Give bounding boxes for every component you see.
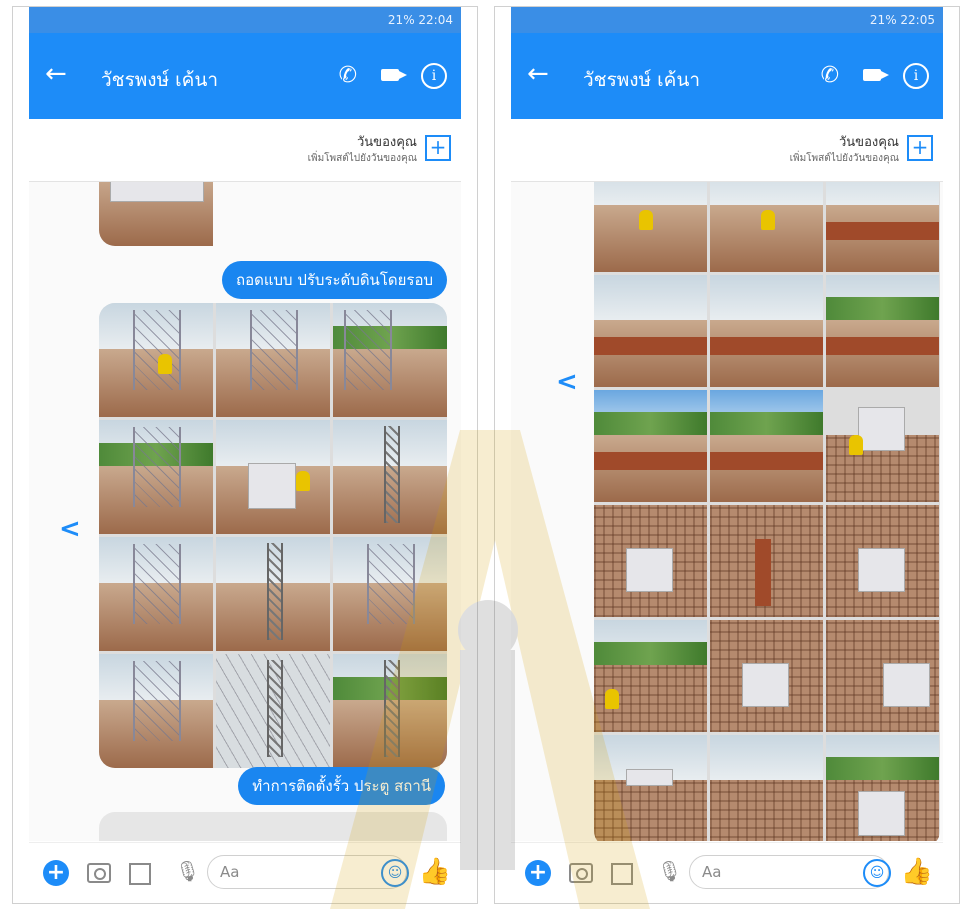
your-day-title: วันของคุณ [357,135,417,150]
photo-thumbnail[interactable] [99,303,213,417]
messenger-screen-right: 21% 22:05 ← วัชรพงษ์ เค้นา ✆ i วันของคุณ… [494,6,960,904]
messenger-screen-left: 21% 22:04 ← วัชรพงษ์ เค้นา ✆ i วันของคุณ… [12,6,478,904]
photo-thumbnail[interactable] [99,420,213,534]
photo-thumbnail[interactable] [710,505,823,617]
photo-thumbnail[interactable] [594,620,707,732]
status-bar: 21% 22:04 [29,7,461,33]
photo-thumbnail[interactable] [99,537,213,651]
your-day-bar: วันของคุณ เพิ่มโพสต์ไปยังวันของคุณ + [511,119,943,182]
photo-thumbnail[interactable] [333,420,447,534]
photo-thumbnail[interactable] [216,303,330,417]
microphone-icon[interactable]: 🎙 [175,859,200,883]
info-icon[interactable]: i [903,63,929,89]
photo-thumbnail[interactable] [710,735,823,841]
emoji-icon[interactable]: ☺ [381,859,409,887]
share-icon[interactable]: < [59,514,81,544]
message-bubble[interactable]: ถอดแบบ ปรับระดับดินโดยรอบ [222,261,447,299]
add-day-plus-icon[interactable]: + [425,135,451,161]
photo-grid-partial [99,812,447,841]
status-text: 21% 22:05 [869,13,935,27]
photo-thumbnail[interactable] [710,390,823,502]
your-day-subtitle: เพิ่มโพสต์ไปยังวันของคุณ [789,153,899,164]
your-day-title: วันของคุณ [839,135,899,150]
contact-name[interactable]: วัชรพงษ์ เค้นา [101,65,218,95]
camera-icon[interactable] [87,863,111,883]
video-camera-icon[interactable] [381,69,407,81]
thumbs-up-icon[interactable]: 👍 [419,857,451,887]
camera-icon[interactable] [569,863,593,883]
photo-thumbnail[interactable] [594,275,707,387]
your-day-bar: วันของคุณ เพิ่มโพสต์ไปยังวันของคุณ + [29,119,461,182]
photo-thumbnail[interactable] [216,654,330,768]
photo-thumbnail[interactable] [826,390,939,502]
thumbs-up-icon[interactable]: 👍 [901,857,933,887]
phone-icon[interactable]: ✆ [821,63,839,88]
composer-bar: + 🎙 Aa ☺ 👍 [511,842,943,903]
photo-thumbnail[interactable] [826,735,939,841]
photo-thumbnail[interactable] [826,620,939,732]
photo-thumbnail[interactable] [826,275,939,387]
message-input[interactable]: Aa [689,855,889,889]
photo-thumbnail[interactable] [216,537,330,651]
plus-circle-icon[interactable]: + [525,860,551,886]
message-input[interactable]: Aa [207,855,407,889]
photo-thumbnail[interactable] [216,420,330,534]
info-icon[interactable]: i [421,63,447,89]
photo-grid [99,303,447,768]
photo-thumbnail[interactable] [333,654,447,768]
message-bubble[interactable]: ทำการติดตั้งรั้ว ประตู สถานี [238,767,445,805]
photo-thumbnail[interactable] [826,182,939,272]
photo-thumbnail[interactable] [826,505,939,617]
photo-grid [594,182,940,841]
phone-icon[interactable]: ✆ [339,63,357,88]
back-arrow-icon[interactable]: ← [45,61,67,87]
composer-bar: + 🎙 Aa ☺ 👍 [29,842,461,903]
share-icon[interactable]: < [556,367,578,397]
chat-header: ← วัชรพงษ์ เค้นา ✆ i [29,33,461,119]
image-icon[interactable] [611,863,633,885]
chat-thread[interactable]: ถอดแบบ ปรับระดับดินโดยรอบ < ทำการติดตั้ง… [29,182,461,841]
photo-thumbnail[interactable] [594,182,707,272]
status-text: 21% 22:04 [387,13,453,27]
photo-grid-partial [99,182,213,246]
back-arrow-icon[interactable]: ← [527,61,549,87]
emoji-icon[interactable]: ☺ [863,859,891,887]
chat-thread[interactable]: < [511,182,943,841]
image-icon[interactable] [129,863,151,885]
chat-header: ← วัชรพงษ์ เค้นา ✆ i [511,33,943,119]
photo-thumbnail[interactable] [710,275,823,387]
add-day-plus-icon[interactable]: + [907,135,933,161]
status-bar: 21% 22:05 [511,7,943,33]
photo-thumbnail[interactable] [333,537,447,651]
contact-name[interactable]: วัชรพงษ์ เค้นา [583,65,700,95]
microphone-icon[interactable]: 🎙 [657,859,682,883]
photo-thumbnail[interactable] [99,182,213,246]
your-day-subtitle: เพิ่มโพสต์ไปยังวันของคุณ [307,153,417,164]
photo-thumbnail[interactable] [333,303,447,417]
photo-thumbnail[interactable] [594,735,707,841]
photo-thumbnail[interactable] [594,390,707,502]
photo-thumbnail[interactable] [594,505,707,617]
photo-thumbnail[interactable] [99,654,213,768]
photo-thumbnail[interactable] [710,182,823,272]
photo-thumbnail[interactable] [710,620,823,732]
video-camera-icon[interactable] [863,69,889,81]
plus-circle-icon[interactable]: + [43,860,69,886]
